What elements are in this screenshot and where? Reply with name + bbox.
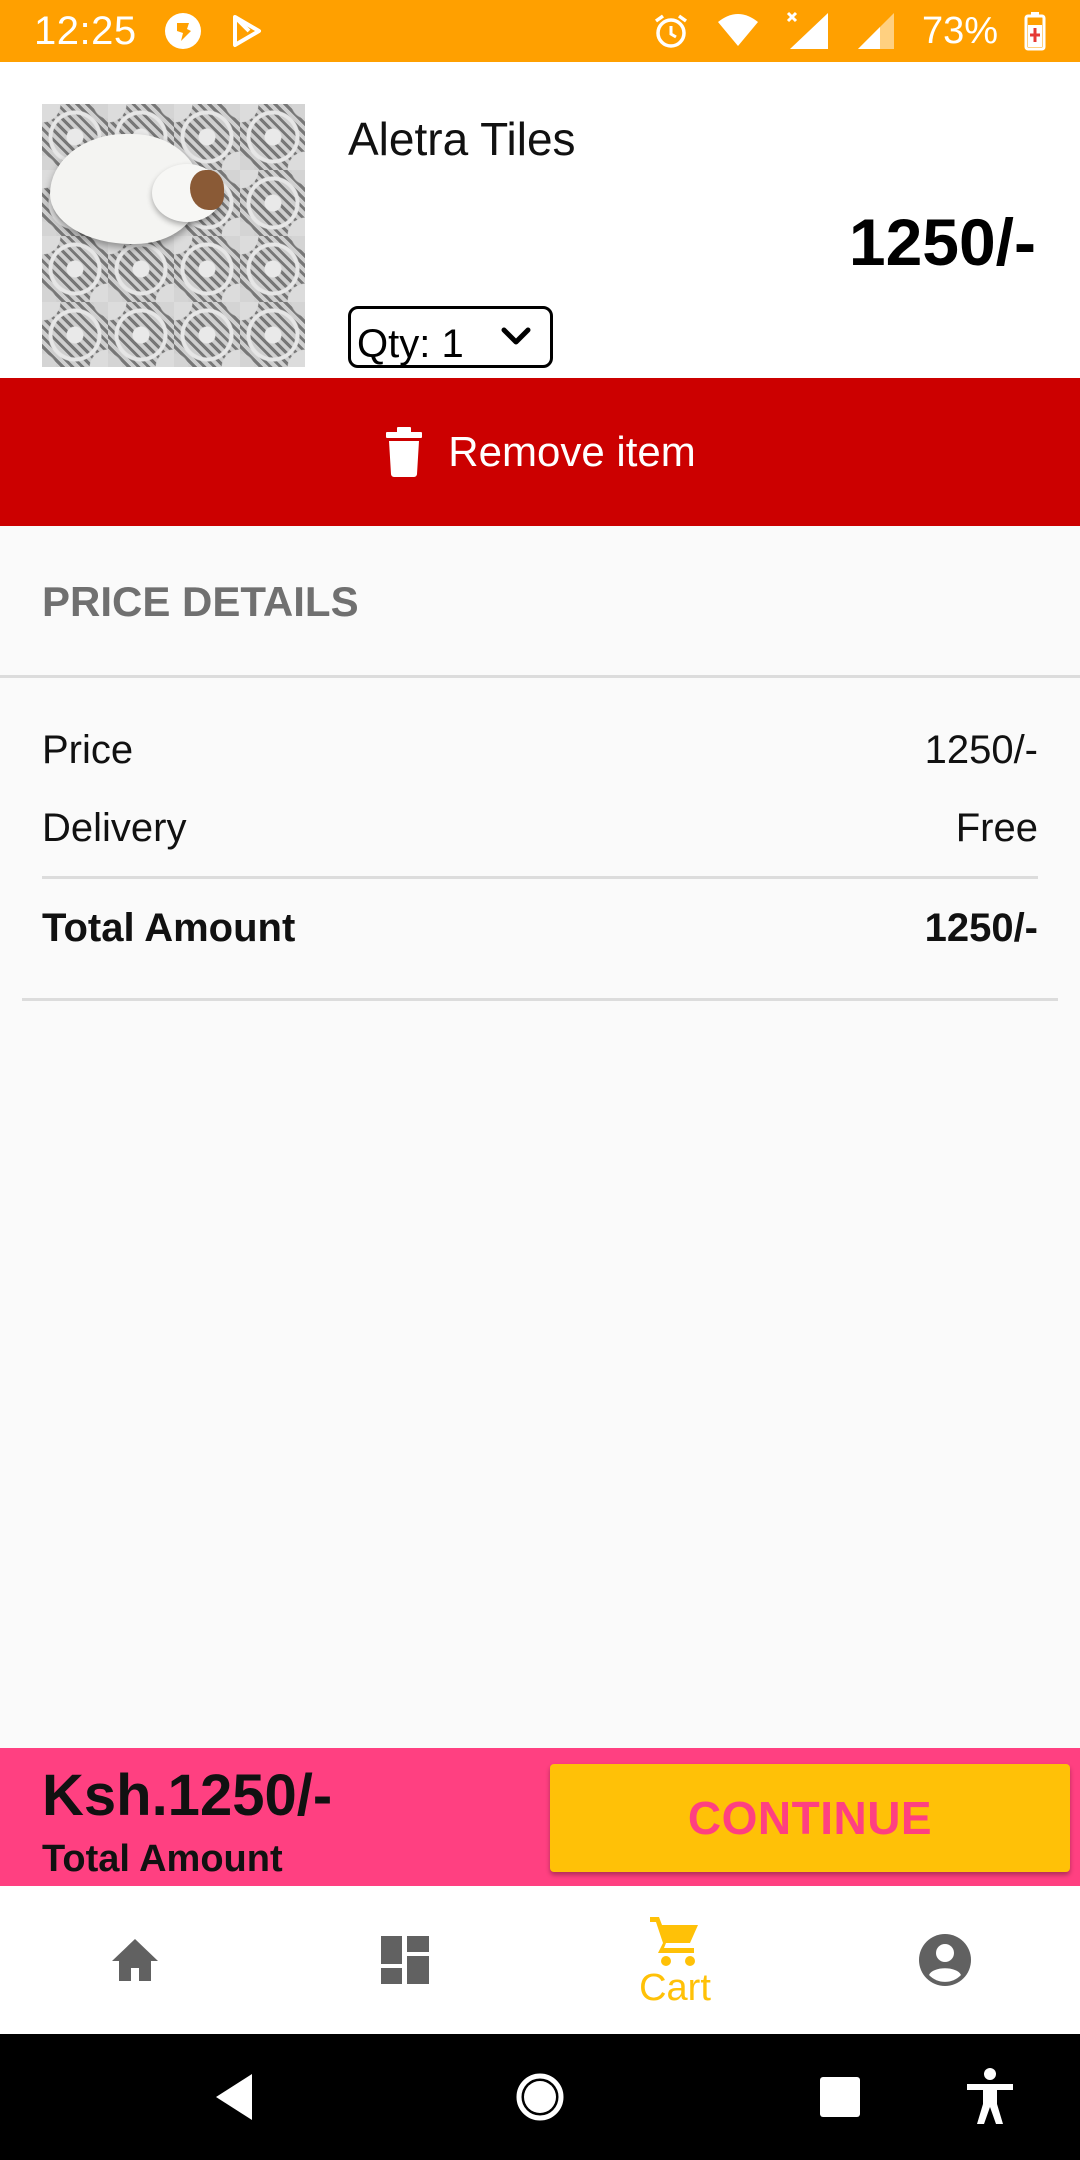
battery-level: 73% <box>921 9 998 52</box>
battery-charging-icon <box>1024 12 1046 51</box>
delivery-row: Delivery Free <box>42 806 1038 851</box>
price-card-bottom-divider <box>22 998 1058 1001</box>
back-icon[interactable] <box>200 2062 270 2132</box>
checkout-bar: Ksh.1250/- Total Amount CONTINUE <box>0 1748 1080 1886</box>
signal-icon <box>786 11 828 49</box>
total-amount-row: Total Amount 1250/- <box>42 906 1038 951</box>
price-details-heading: PRICE DETAILS <box>42 578 359 625</box>
status-bar-left: 12:25 <box>34 9 265 54</box>
nav-item-dashboard[interactable] <box>270 1886 540 2034</box>
accessibility-icon[interactable] <box>955 2062 1025 2132</box>
total-divider <box>42 876 1038 879</box>
checkout-total-amount: Ksh.1250/- <box>42 1763 333 1828</box>
status-bar: 12:25 73% <box>0 0 1080 62</box>
continue-button[interactable]: CONTINUE <box>550 1764 1070 1872</box>
price-row-value: 1250/- <box>924 728 1038 772</box>
price-row: Price 1250/- <box>42 728 1038 773</box>
price-details-divider <box>0 675 1080 678</box>
account-icon <box>919 1934 971 1986</box>
signal-strength-icon <box>857 13 894 49</box>
nav-item-account[interactable] <box>810 1886 1080 2034</box>
quantity-dropdown[interactable]: Qty: 1 <box>348 306 553 368</box>
total-amount-label: Total Amount <box>42 906 296 950</box>
total-amount-value: 1250/- <box>924 906 1038 950</box>
chevron-down-icon <box>501 327 531 345</box>
product-image[interactable] <box>42 104 305 367</box>
checkout-total-caption: Total Amount <box>42 1838 283 1880</box>
bottom-navigation: Cart <box>0 1886 1080 2034</box>
status-bar-right: 73% <box>652 10 1046 53</box>
cart-icon <box>650 1916 698 1966</box>
delivery-row-value: Free <box>955 806 1038 850</box>
remove-item-button[interactable]: Remove item <box>0 378 1080 526</box>
home-button-icon[interactable] <box>505 2062 575 2132</box>
play-store-icon <box>232 15 261 47</box>
dog-ear-shape <box>190 170 224 210</box>
delivery-row-label: Delivery <box>42 806 187 850</box>
alarm-icon <box>654 14 687 48</box>
product-title[interactable]: Aletra Tiles <box>348 112 576 166</box>
app-notification-icon <box>164 13 201 49</box>
home-icon <box>112 1939 158 1981</box>
quantity-value: Qty: 1 <box>357 321 464 366</box>
cart-screen: 12:25 73% Aletra Tiles 1250/- Qty: 1 Rem… <box>0 0 1080 2160</box>
status-time: 12:25 <box>34 8 137 53</box>
system-navigation-bar <box>0 2034 1080 2160</box>
dashboard-icon <box>381 1936 429 1984</box>
trash-icon <box>386 427 423 477</box>
price-row-label: Price <box>42 728 134 772</box>
product-price: 1250/- <box>848 205 1036 279</box>
nav-item-cart[interactable]: Cart <box>540 1886 810 2034</box>
wifi-icon <box>717 14 758 46</box>
recents-icon[interactable] <box>805 2062 875 2132</box>
remove-item-label: Remove item <box>448 428 696 475</box>
nav-item-cart-label: Cart <box>639 1966 711 2009</box>
nav-item-home[interactable] <box>0 1886 270 2034</box>
